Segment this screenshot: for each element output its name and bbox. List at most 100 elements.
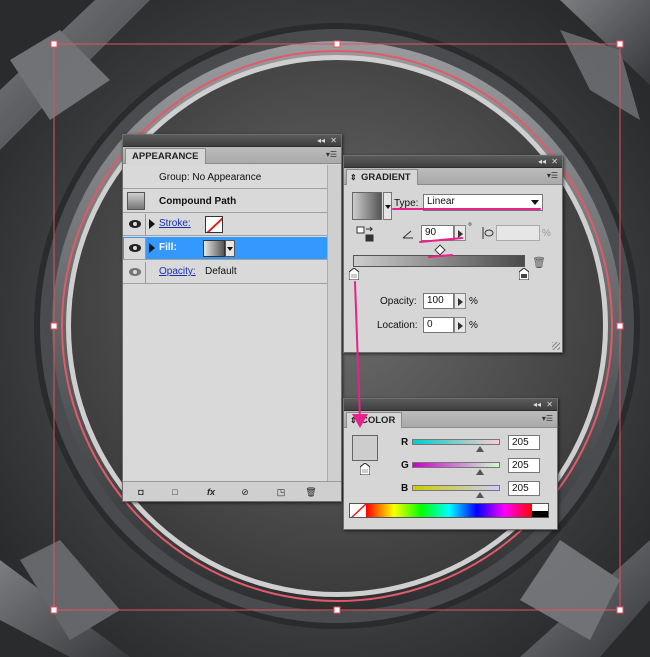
type-label: Type:	[394, 198, 419, 209]
clear-appearance-icon[interactable]: ⊘	[239, 486, 251, 498]
tab-gradient[interactable]: ⇕ GRADIENT	[346, 169, 418, 185]
opacity-row[interactable]: Opacity: Default	[123, 261, 327, 284]
tab-color[interactable]: ⇕ COLOR	[346, 412, 403, 428]
stop-location-input[interactable]: 0	[423, 317, 454, 333]
green-value-input[interactable]: 205	[508, 458, 540, 473]
degree-symbol: °	[468, 222, 472, 233]
reverse-gradient-icon[interactable]	[356, 226, 374, 242]
expand-triangle-icon[interactable]	[149, 219, 155, 229]
stop-opacity-input[interactable]: 100	[423, 293, 454, 309]
gradient-preview-dropdown[interactable]	[383, 192, 392, 220]
eye-icon	[129, 268, 141, 276]
panel-menu-icon[interactable]: ▾☰	[326, 150, 337, 159]
current-color-swatch[interactable]	[352, 435, 378, 461]
aspect-ratio-input	[496, 225, 540, 241]
fill-swatch-dropdown[interactable]	[225, 240, 235, 257]
gradient-slider-bar[interactable]	[353, 255, 525, 267]
red-channel-label: R	[401, 437, 409, 448]
blue-channel-label: B	[401, 483, 409, 494]
gradient-type-value: Linear	[427, 196, 455, 207]
gradient-stop-right[interactable]	[518, 267, 530, 281]
blue-slider-thumb[interactable]	[476, 492, 484, 498]
stroke-label[interactable]: Stroke:	[159, 218, 191, 229]
blue-value-input[interactable]: 205	[508, 481, 540, 496]
green-slider-thumb[interactable]	[476, 469, 484, 475]
collapse-icon[interactable]: ◂◂	[538, 156, 546, 168]
aspect-percent: %	[542, 228, 551, 239]
angle-icon	[402, 229, 414, 242]
angle-stepper[interactable]	[454, 225, 466, 241]
fx-button[interactable]: fx	[203, 486, 219, 498]
red-slider-thumb[interactable]	[476, 446, 484, 452]
chevron-down-icon	[385, 205, 391, 209]
resize-grip-icon[interactable]	[552, 342, 560, 350]
angle-input[interactable]: 90	[421, 225, 454, 241]
gradient-panel: ◂◂ ✕ ⇕ GRADIENT ▾☰ Type: Linear 90 ° % 🗑	[343, 155, 563, 353]
panel-menu-icon[interactable]: ▾☰	[547, 171, 558, 180]
eye-icon	[129, 220, 141, 228]
stop-location-stepper[interactable]	[454, 317, 466, 333]
eye-icon	[129, 244, 141, 252]
appearance-list: Group: No Appearance Compound Path Strok…	[123, 165, 327, 483]
black-swatch[interactable]	[532, 511, 548, 517]
panel-menu-icon[interactable]: ▾☰	[542, 414, 553, 423]
aspect-ratio-icon	[480, 226, 494, 243]
appearance-header-row: Group: No Appearance	[123, 165, 327, 189]
expand-triangle-icon[interactable]	[149, 243, 155, 253]
gradient-tab-label: GRADIENT	[361, 172, 411, 183]
fill-row[interactable]: Fill:	[123, 237, 327, 260]
gradient-midpoint-diamond[interactable]	[434, 244, 446, 256]
gradient-stop-indicator-icon	[359, 462, 371, 476]
compound-path-row[interactable]: Compound Path	[123, 189, 327, 213]
red-slider[interactable]	[412, 439, 500, 445]
spectrum-gradient[interactable]	[366, 504, 532, 517]
stroke-none-swatch[interactable]	[205, 216, 223, 233]
duplicate-item-icon[interactable]: ◳	[275, 486, 287, 498]
appearance-header-text: Group: No Appearance	[159, 172, 262, 183]
collapse-icon[interactable]: ◂◂	[533, 399, 541, 411]
compound-path-label: Compound Path	[159, 196, 237, 207]
blue-slider[interactable]	[412, 485, 500, 491]
stroke-row[interactable]: Stroke:	[123, 213, 327, 236]
chevron-down-icon	[227, 247, 233, 251]
tab-arrows-icon: ⇕	[350, 416, 357, 425]
gradient-stop-left[interactable]	[348, 267, 360, 281]
add-stroke-icon[interactable]: ◘	[135, 486, 147, 498]
panel-tab-row: ⇕ COLOR ▾☰	[344, 411, 557, 428]
gradient-preview-swatch[interactable]	[352, 192, 382, 220]
tab-appearance[interactable]: APPEARANCE	[125, 148, 206, 164]
compound-path-thumbnail	[127, 192, 145, 210]
panel-title-bar[interactable]: ◂◂ ✕	[123, 135, 341, 147]
none-swatch-icon	[206, 217, 222, 232]
opacity-label[interactable]: Opacity:	[159, 266, 196, 277]
red-value-input[interactable]: 205	[508, 435, 540, 450]
stop-opacity-stepper[interactable]	[454, 293, 466, 309]
panel-title-bar[interactable]: ◂◂ ✕	[344, 156, 562, 168]
panel-title-bar[interactable]: ◂◂ ✕	[344, 399, 557, 411]
stop-opacity-label: Opacity:	[380, 296, 417, 307]
color-spectrum-bar[interactable]	[349, 503, 549, 518]
appearance-footer-toolbar: ◘ □ fx ⊘ ◳ 🗑	[123, 481, 341, 501]
color-tab-label: COLOR	[361, 415, 396, 426]
opacity-value: Default	[205, 266, 237, 277]
stroke-visibility-toggle[interactable]	[124, 214, 146, 235]
close-icon[interactable]: ✕	[546, 399, 553, 411]
tab-arrows-icon: ⇕	[350, 173, 357, 182]
fill-gradient-swatch[interactable]	[203, 240, 225, 257]
white-swatch[interactable]	[532, 504, 548, 511]
gradient-type-select[interactable]: Linear	[423, 194, 543, 211]
add-fill-icon[interactable]: □	[169, 486, 181, 498]
green-slider[interactable]	[412, 462, 500, 468]
fill-visibility-toggle[interactable]	[124, 238, 146, 259]
appearance-scrollbar[interactable]	[327, 165, 341, 483]
collapse-icon[interactable]: ◂◂	[317, 135, 325, 147]
none-color-icon[interactable]	[350, 504, 367, 517]
appearance-panel: ◂◂ ✕ APPEARANCE ▾☰ Group: No Appearance …	[122, 134, 342, 502]
stop-location-percent: %	[469, 320, 478, 331]
fill-label[interactable]: Fill:	[159, 242, 177, 253]
close-icon[interactable]: ✕	[330, 135, 337, 147]
close-icon[interactable]: ✕	[551, 156, 558, 168]
delete-trash-icon[interactable]: 🗑	[305, 486, 317, 498]
opacity-visibility-toggle[interactable]	[124, 262, 146, 283]
delete-stop-trash-icon[interactable]: 🗑	[532, 256, 546, 269]
